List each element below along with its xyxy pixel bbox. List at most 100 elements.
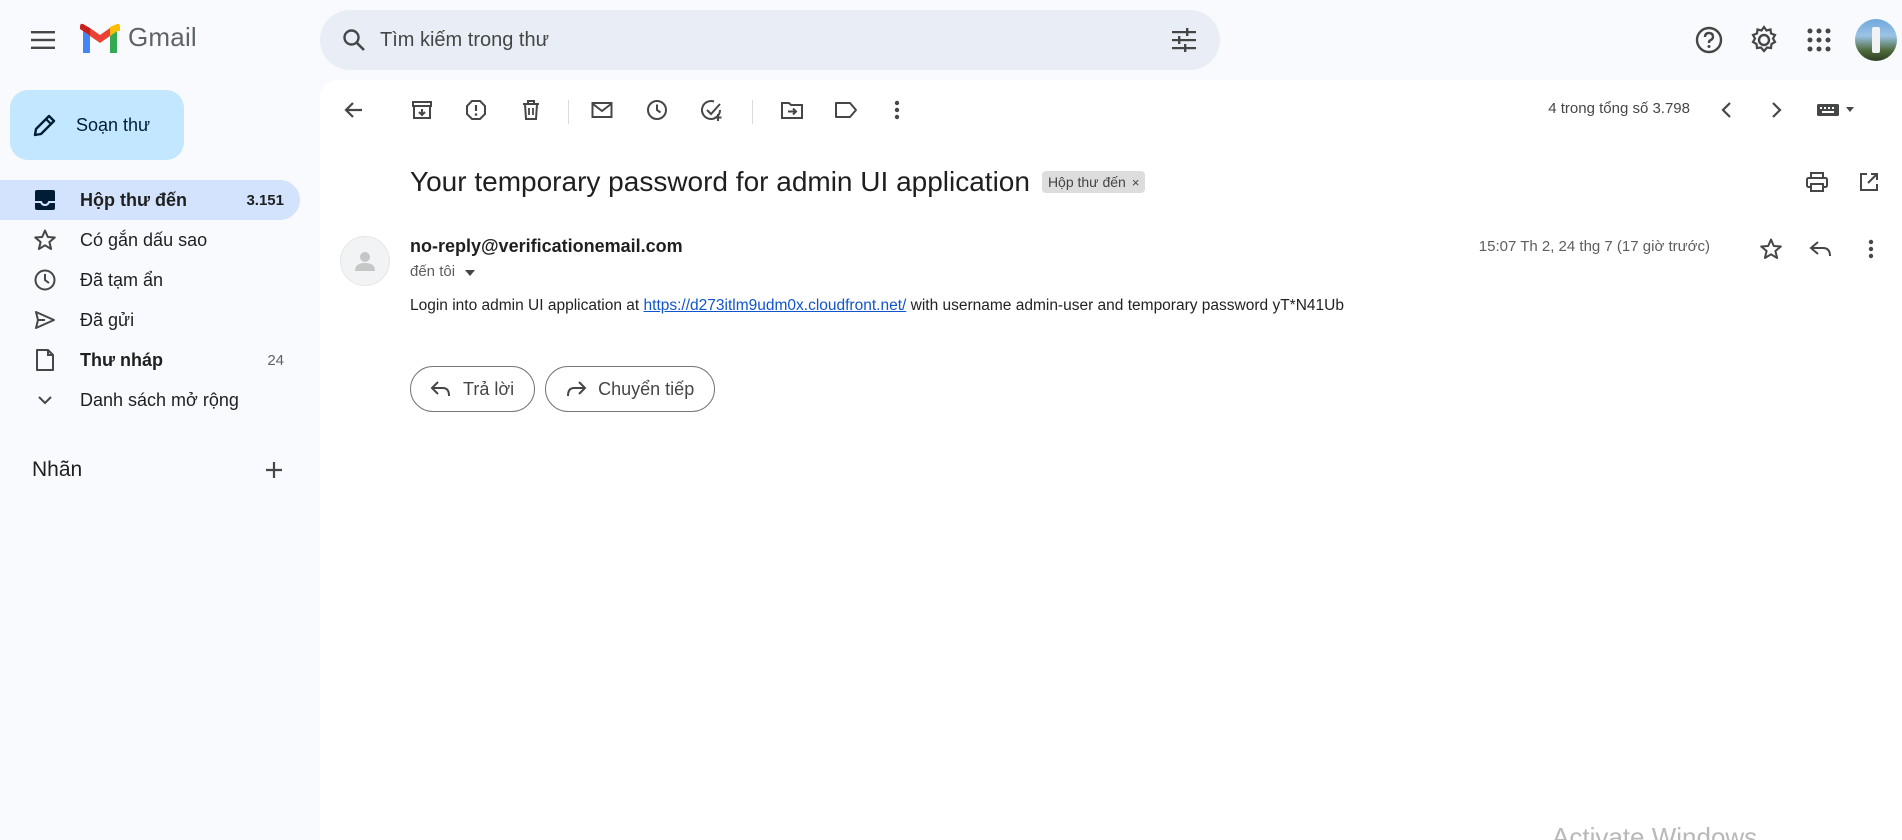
search-bar[interactable]: [320, 10, 1220, 70]
draft-icon: [32, 347, 58, 373]
search-button[interactable]: [334, 20, 374, 60]
star-icon: [32, 227, 58, 253]
open-new-window-button[interactable]: [1846, 162, 1892, 202]
plus-icon: [266, 462, 282, 478]
clock-icon: [647, 100, 667, 120]
sidebar-item-inbox[interactable]: Hộp thư đến 3.151: [0, 180, 300, 220]
pencil-icon: [30, 110, 60, 140]
message-toolbar: 4 trong tổng số 3.798: [320, 80, 1902, 140]
google-apps-button[interactable]: [1795, 16, 1843, 64]
send-icon: [32, 307, 58, 333]
reply-button[interactable]: [1798, 226, 1844, 272]
search-icon: [343, 29, 365, 51]
apps-grid-icon: [1807, 28, 1831, 52]
more-actions-button[interactable]: [877, 90, 917, 130]
message-view: 4 trong tổng số 3.798 Your temporary pas…: [320, 80, 1902, 840]
pagination-text: 4 trong tổng số 3.798: [1548, 100, 1690, 117]
main-menu-button[interactable]: [24, 20, 64, 60]
message-actions: [1744, 226, 1894, 272]
message-date: 15:07 Th 2, 24 thg 7 (17 giờ trước): [1478, 238, 1710, 255]
back-button[interactable]: [334, 90, 374, 130]
star-button[interactable]: [1748, 226, 1794, 272]
unread-count: 3.151: [246, 191, 284, 209]
more-vert-icon: [1868, 239, 1874, 259]
report-icon: [466, 100, 486, 120]
activate-windows-watermark: Activate Windows: [1552, 822, 1758, 840]
thread-actions: [1788, 162, 1892, 202]
sidebar-nav: Hộp thư đến 3.151 Có gắn dấu sao Đã tạm …: [0, 180, 300, 420]
input-tools-button[interactable]: [1810, 90, 1866, 130]
add-to-tasks-button[interactable]: [692, 90, 732, 130]
compose-button[interactable]: Soạn thư: [10, 90, 184, 160]
clock-icon: [32, 267, 58, 293]
reply-pill-button[interactable]: Trả lời: [410, 366, 536, 412]
sidebar-item-label: Thư nháp: [80, 349, 164, 370]
sidebar-item-label: Đã gửi: [80, 309, 135, 330]
recipient-details[interactable]: đến tôi: [410, 263, 476, 280]
forward-pill-button[interactable]: Chuyển tiếp: [545, 366, 716, 412]
draft-count: 24: [267, 351, 284, 369]
chevron-right-icon: [1772, 102, 1782, 118]
caret-down-icon: [465, 269, 476, 276]
snooze-button[interactable]: [637, 90, 677, 130]
mail-icon: [591, 102, 613, 118]
reply-label: Trả lời: [463, 378, 515, 399]
trash-icon: [523, 100, 539, 120]
body-link[interactable]: https://d273itlm9udm0x.cloudfront.net/: [644, 297, 907, 314]
archive-button[interactable]: [402, 90, 442, 130]
inbox-label-chip[interactable]: Hộp thư đến ×: [1041, 171, 1146, 193]
body-text-before: Login into admin UI application at: [410, 297, 644, 314]
sidebar-item-snoozed[interactable]: Đã tạm ẩn: [0, 260, 300, 300]
tune-icon: [1172, 28, 1196, 52]
reply-icon: [1809, 241, 1831, 257]
search-input[interactable]: [380, 28, 1164, 52]
print-button[interactable]: [1794, 162, 1840, 202]
hamburger-menu-icon: [31, 31, 55, 49]
forward-label: Chuyển tiếp: [598, 378, 695, 399]
message-more-button[interactable]: [1848, 226, 1894, 272]
settings-button[interactable]: [1740, 16, 1788, 64]
sidebar-item-more[interactable]: Danh sách mở rộng: [0, 380, 300, 420]
delete-button[interactable]: [511, 90, 551, 130]
body-text-after: with username admin-user and temporary p…: [906, 297, 1344, 314]
header-actions: [1678, 16, 1902, 64]
remove-label-icon[interactable]: ×: [1132, 175, 1140, 190]
chevron-left-icon: [1721, 102, 1731, 118]
message-body: Login into admin UI application at https…: [410, 297, 1344, 315]
move-to-button[interactable]: [772, 90, 812, 130]
account-avatar[interactable]: [1855, 19, 1897, 61]
sidebar-item-label: Đã tạm ẩn: [80, 269, 164, 290]
keyboard-icon: [1817, 104, 1854, 116]
top-bar: Gmail: [0, 0, 1902, 80]
sender-email[interactable]: no-reply@verificationemail.com: [410, 236, 683, 257]
archive-icon: [412, 101, 432, 119]
sidebar-item-sent[interactable]: Đã gửi: [0, 300, 300, 340]
newer-message-button[interactable]: [1707, 90, 1747, 130]
gmail-logo[interactable]: Gmail: [80, 22, 197, 53]
open-in-new-icon: [1860, 173, 1878, 191]
support-button[interactable]: [1685, 16, 1733, 64]
report-spam-button[interactable]: [456, 90, 496, 130]
help-icon: [1695, 26, 1723, 54]
sidebar-item-drafts[interactable]: Thư nháp 24: [0, 340, 300, 380]
sidebar-item-label: Hộp thư đến: [80, 189, 188, 210]
more-vert-icon: [894, 100, 900, 120]
folder-move-icon: [781, 102, 803, 119]
app-name: Gmail: [128, 22, 197, 52]
search-options-button[interactable]: [1164, 20, 1204, 60]
person-icon: [355, 252, 375, 271]
create-label-button[interactable]: [256, 452, 292, 488]
labels-section-header: Nhãn: [32, 452, 292, 488]
sidebar-item-starred[interactable]: Có gắn dấu sao: [0, 220, 300, 260]
mark-unread-button[interactable]: [582, 90, 622, 130]
task-add-icon: [701, 100, 722, 121]
subject-row: Your temporary password for admin UI app…: [410, 166, 1146, 198]
older-message-button[interactable]: [1756, 90, 1796, 130]
sender-avatar[interactable]: [340, 236, 390, 286]
label-chip-text: Hộp thư đến: [1047, 174, 1126, 190]
gear-icon: [1751, 25, 1777, 53]
labels-button[interactable]: [826, 90, 866, 130]
forward-icon: [564, 377, 588, 401]
sidebar-item-label: Danh sách mở rộng: [80, 389, 239, 410]
reply-buttons: Trả lời Chuyển tiếp: [410, 366, 716, 412]
